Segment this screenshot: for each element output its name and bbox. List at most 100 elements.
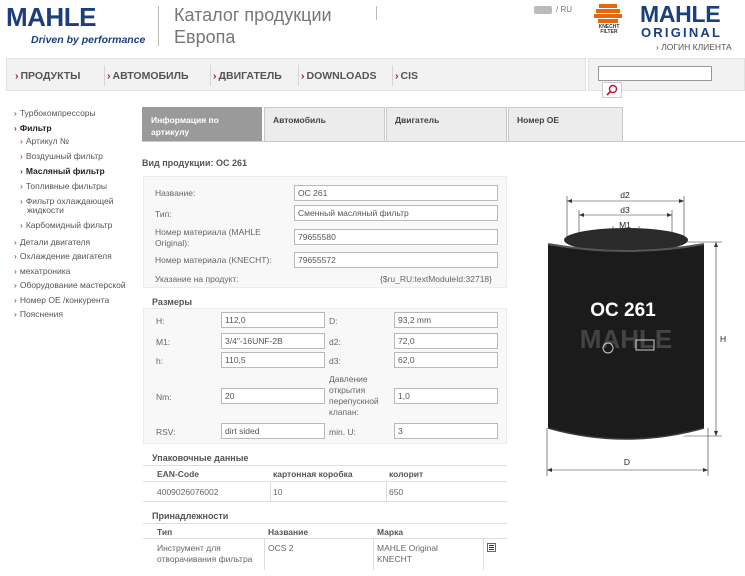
main-nav: › ПРОДУКТЫ › АВТОМОБИЛЬ › ДВИГАТЕЛЬ › DOWNLO… bbox=[6, 58, 586, 91]
search-input[interactable] bbox=[598, 66, 712, 81]
packaging-header-color: колорит bbox=[389, 469, 424, 479]
sidebar-item-workshop[interactable]: › Оборудование мастерской bbox=[14, 280, 126, 290]
header: MAHLE Driven by performance Каталог прод… bbox=[0, 0, 745, 56]
mahle-material-label: Номер материала (MAHLE Original): bbox=[155, 227, 261, 248]
dim-d2-field[interactable]: 72,0 bbox=[394, 333, 498, 349]
dim-m1-label: M1: bbox=[156, 337, 171, 347]
nav-separator bbox=[210, 65, 211, 86]
type-label: Тип: bbox=[155, 209, 172, 219]
sidebar-item-turbo[interactable]: › Турбокомпрессоры bbox=[14, 108, 96, 118]
table-divider bbox=[386, 481, 387, 501]
dim-h-field[interactable]: 112,0 bbox=[221, 312, 325, 328]
dim-rsv-field[interactable]: dirt sided bbox=[221, 423, 325, 439]
nav-engine[interactable]: › ДВИГАТЕЛЬ bbox=[213, 70, 282, 82]
dim-nm-label: Nm: bbox=[156, 392, 172, 402]
accessories-header-type: Тип bbox=[157, 527, 173, 537]
accessories-title: Принадлежности bbox=[152, 511, 229, 521]
sidebar-item-article[interactable]: › Артикул № bbox=[20, 136, 69, 146]
nav-cis[interactable]: › CIS bbox=[395, 70, 418, 82]
page-title: Каталог продукции Европа bbox=[174, 4, 332, 48]
language-switch[interactable]: / RU bbox=[534, 5, 572, 14]
sidebar-item-oil-filter[interactable]: › Масляный фильтр bbox=[20, 166, 105, 176]
table-divider bbox=[270, 481, 271, 501]
name-field[interactable]: OC 261 bbox=[294, 185, 498, 201]
title-line-1: Каталог продукции bbox=[174, 5, 332, 25]
accessory-type: Инструмент для отворачивания фильтра bbox=[157, 543, 253, 564]
mahle-logo[interactable]: MAHLE bbox=[6, 2, 96, 33]
mahle-original-logo[interactable]: MAHLE bbox=[640, 1, 721, 28]
product-note-value: {$ru_RU:textModuleId:32718} bbox=[380, 274, 492, 284]
dim-bypass-field[interactable]: 1,0 bbox=[394, 388, 498, 404]
table-divider bbox=[483, 538, 484, 570]
packaging-header-ean: EAN-Code bbox=[157, 469, 200, 479]
product-image: d2 d3 M1 H D OC 261 MAHLE bbox=[546, 190, 726, 476]
knecht-material-field[interactable]: 79655572 bbox=[294, 252, 498, 268]
nav-separator bbox=[104, 65, 105, 86]
nav-vehicle[interactable]: › АВТОМОБИЛЬ bbox=[107, 70, 189, 82]
name-label: Название: bbox=[155, 188, 196, 198]
sidebar-item-oe-number[interactable]: › Номер OE /конкурента bbox=[14, 295, 109, 305]
sidebar-item-explanations[interactable]: › Пояснения bbox=[14, 309, 63, 319]
table-divider bbox=[373, 538, 374, 570]
dim-m1-field[interactable]: 3/4"-16UNF-2B bbox=[221, 333, 325, 349]
type-field[interactable]: Сменный масляный фильтр bbox=[294, 205, 498, 221]
packaging-color: 650 bbox=[389, 487, 404, 497]
table-divider bbox=[143, 538, 507, 539]
filter-brand-watermark: MAHLE bbox=[580, 324, 672, 354]
sidebar-item-fuel-filter[interactable]: › Топливные фильтры bbox=[20, 181, 107, 191]
header-divider bbox=[158, 6, 159, 46]
accessory-name[interactable]: OCS 2 bbox=[268, 543, 294, 554]
accessory-brand: MAHLE Original KNECHT bbox=[377, 543, 438, 564]
sidebar-item-mechatronics[interactable]: › мехатроника bbox=[14, 266, 70, 276]
world-map-icon bbox=[534, 5, 552, 14]
table-divider bbox=[143, 465, 507, 466]
tab-engine[interactable]: Двигатель bbox=[386, 107, 507, 142]
filter-text: OC 261 bbox=[590, 300, 656, 321]
packaging-header-box: картонная коробка bbox=[273, 469, 353, 479]
dim-nm-field[interactable]: 20 bbox=[221, 388, 325, 404]
dim-d3-field[interactable]: 62,0 bbox=[394, 352, 498, 368]
d3-label: d3 bbox=[620, 205, 630, 215]
nav-separator bbox=[298, 65, 299, 86]
language-label[interactable]: RU bbox=[560, 5, 572, 14]
packaging-ean: 4009026076002 bbox=[157, 487, 219, 497]
product-type-title: Вид продукции: OC 261 bbox=[142, 158, 248, 168]
h-label: H bbox=[720, 334, 726, 344]
mahle-material-field[interactable]: 79655580 bbox=[294, 229, 498, 245]
nav-downloads[interactable]: › DOWNLOADS bbox=[301, 70, 377, 82]
tab-oe-number[interactable]: Номер OE bbox=[508, 107, 623, 142]
dim-h-label: H: bbox=[156, 316, 165, 326]
dim-d2-label: d2: bbox=[329, 337, 341, 347]
sidebar-item-urea-filter[interactable]: › Карбомидный фильтр bbox=[20, 220, 112, 230]
search-button[interactable] bbox=[602, 82, 622, 98]
sidebar-item-air-filter[interactable]: › Воздушный фильтр bbox=[20, 151, 103, 161]
product-note-label: Указание на продукт: bbox=[155, 274, 239, 284]
table-divider bbox=[143, 481, 507, 482]
accessories-header-brand: Марка bbox=[377, 527, 404, 537]
login-link[interactable]: › ЛОГИН КЛИЕНТА bbox=[656, 42, 732, 52]
expand-icon[interactable] bbox=[487, 543, 496, 552]
tab-vehicle[interactable]: Автомобиль bbox=[264, 107, 385, 142]
sidebar-item-engine-parts[interactable]: › Детали двигателя bbox=[14, 237, 90, 247]
tagline: Driven by performance bbox=[31, 34, 146, 46]
dim-min-u-field[interactable]: 3 bbox=[394, 423, 498, 439]
packaging-title: Упаковочные данные bbox=[152, 453, 249, 463]
table-divider bbox=[264, 538, 265, 570]
login-label[interactable]: ЛОГИН КЛИЕНТА bbox=[661, 42, 731, 52]
dim-bypass-label: Давление открытия перепускной клапан: bbox=[329, 374, 379, 417]
header-divider-2 bbox=[376, 6, 377, 20]
tab-article-info[interactable]: Информация по артикулу bbox=[142, 107, 262, 142]
knecht-material-label: Номер материала (KNECHT): bbox=[155, 255, 272, 265]
dim-d-field[interactable]: 93,2 mm bbox=[394, 312, 498, 328]
dim-h-small-field[interactable]: 110,5 bbox=[221, 352, 325, 368]
table-divider bbox=[143, 523, 507, 524]
nav-products[interactable]: › ПРОДУКТЫ bbox=[15, 70, 80, 82]
dim-min-u-label: min. U: bbox=[329, 427, 356, 437]
tab-underline bbox=[142, 141, 745, 142]
search-icon bbox=[606, 84, 618, 96]
sidebar-item-filter[interactable]: › Фильтр bbox=[14, 123, 52, 133]
sidebar-item-coolant-filter-cont[interactable]: жидкости bbox=[27, 205, 64, 215]
sidebar-item-engine-cooling[interactable]: › Охлаждение двигателя bbox=[14, 251, 112, 261]
original-label: ORIGINAL bbox=[641, 25, 723, 40]
packaging-box: 10 bbox=[273, 487, 283, 497]
